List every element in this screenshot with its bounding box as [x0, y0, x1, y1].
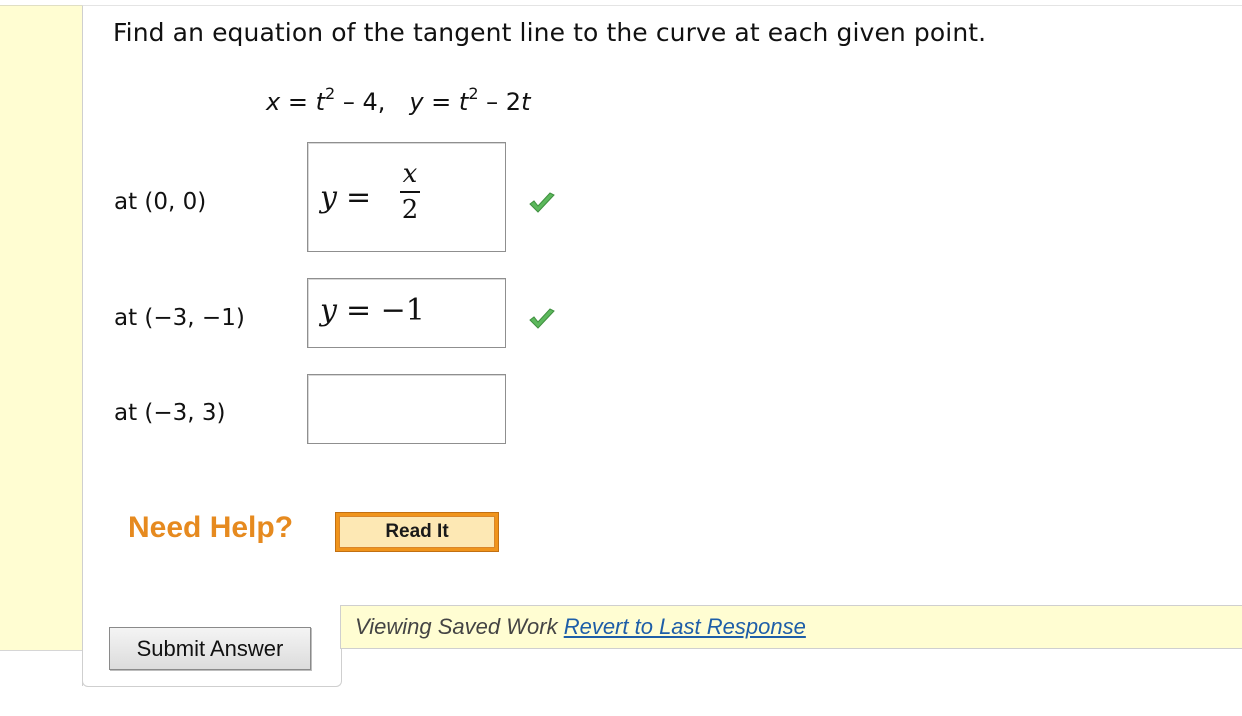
answer-1-equals: = [346, 180, 372, 215]
read-it-button[interactable]: Read It [335, 512, 499, 552]
answer-1-fraction: x 2 [397, 159, 423, 225]
point-label-3: at (−3, 3) [114, 400, 226, 426]
x-base: t [315, 88, 325, 116]
answer-2-lhs: y [320, 293, 337, 328]
fraction-numerator: x [402, 159, 418, 189]
answer-input-3[interactable] [307, 374, 506, 444]
left-margin-strip [0, 5, 82, 651]
y-rest: – 2 [478, 88, 522, 116]
answer-2-rhs: = −1 [346, 293, 425, 328]
y-base: t [458, 88, 469, 116]
answer-1-lhs: y [320, 180, 337, 215]
revert-link[interactable]: Revert to Last Response [564, 614, 806, 639]
checkmark-icon [529, 192, 555, 213]
x-equals: = [280, 88, 316, 116]
answer-input-1[interactable]: y = x 2 [307, 142, 506, 252]
x-rest: – 4, [335, 88, 386, 116]
point-label-1: at (0, 0) [114, 189, 207, 215]
saved-work-status: Viewing Saved Work [355, 614, 564, 639]
checkmark-icon [529, 308, 555, 329]
saved-work-text: Viewing Saved Work Revert to Last Respon… [355, 614, 806, 640]
read-it-label: Read It [339, 516, 495, 548]
y-tail-variable: t [521, 88, 531, 116]
x-exponent: 2 [325, 84, 336, 103]
x-variable: x [266, 88, 281, 116]
fraction-bar [400, 191, 420, 193]
fraction-denominator: 2 [401, 195, 419, 225]
y-exponent: 2 [468, 84, 479, 103]
answer-input-2[interactable]: y = −1 [307, 278, 506, 348]
submit-answer-button[interactable]: Submit Answer [109, 627, 311, 670]
parametric-equations: x = t2 – 4, y = t2 – 2t [266, 84, 531, 116]
y-equals: = [423, 88, 459, 116]
point-label-2: at (−3, −1) [114, 305, 245, 331]
question-card [82, 5, 1242, 686]
need-help-label: Need Help? [128, 511, 294, 544]
y-variable: y [409, 88, 424, 116]
question-prompt: Find an equation of the tangent line to … [113, 18, 987, 47]
